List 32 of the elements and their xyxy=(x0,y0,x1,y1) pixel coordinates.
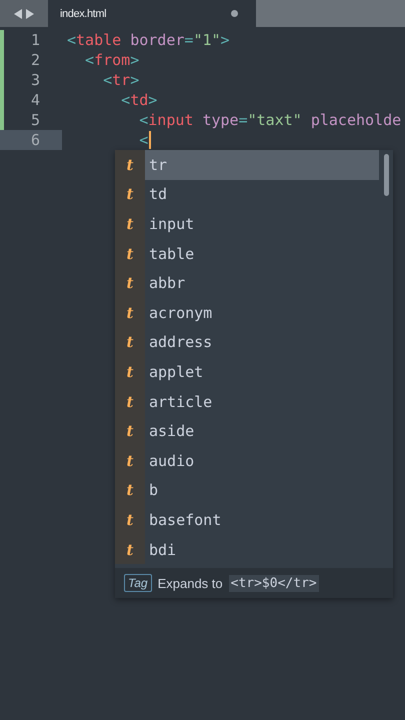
description-text: Expands to xyxy=(158,576,223,591)
suggestion-item[interactable]: t audio xyxy=(115,446,379,476)
line-number: 3 xyxy=(30,71,41,89)
line-number: 4 xyxy=(30,91,41,109)
suggestion-item[interactable]: t applet xyxy=(115,357,379,387)
forward-arrow-icon[interactable] xyxy=(26,8,34,18)
back-arrow-icon[interactable] xyxy=(14,8,22,18)
line-number: 5 xyxy=(30,111,41,129)
suggestion-item[interactable]: t bdi xyxy=(115,534,379,564)
suggestion-item[interactable]: t basefont xyxy=(115,505,379,535)
line-number: 6 xyxy=(30,131,41,149)
suggestion-item[interactable]: t acronym xyxy=(115,298,379,328)
suggestion-item[interactable]: t aside xyxy=(115,416,379,446)
code-line: <tr> xyxy=(102,71,140,89)
line-number: 1 xyxy=(30,31,41,49)
line-number: 2 xyxy=(30,51,41,69)
code-line: <input type="taxt" placeholde xyxy=(138,111,402,129)
scrollbar-thumb[interactable] xyxy=(384,154,388,196)
code-line: <table border="1"> xyxy=(66,31,230,49)
code-line: < xyxy=(62,131,152,149)
suggestion-item[interactable]: t b xyxy=(115,476,379,506)
snippet-code: <tr>$0</tr> xyxy=(228,574,319,592)
suggestion-item[interactable]: t address xyxy=(115,328,379,358)
suggestion-item[interactable]: t abbr xyxy=(115,268,379,298)
suggestion-item[interactable]: t article xyxy=(115,386,379,416)
kind-badge: Tag xyxy=(124,574,152,592)
suggestion-item[interactable]: t td xyxy=(115,180,379,210)
suggestion-item[interactable]: t input xyxy=(115,209,379,239)
suggestion-item[interactable]: t table xyxy=(115,238,379,268)
code-line: <td> xyxy=(120,91,158,109)
file-tab[interactable]: index.html xyxy=(48,0,256,27)
code-line: <from> xyxy=(84,51,140,69)
